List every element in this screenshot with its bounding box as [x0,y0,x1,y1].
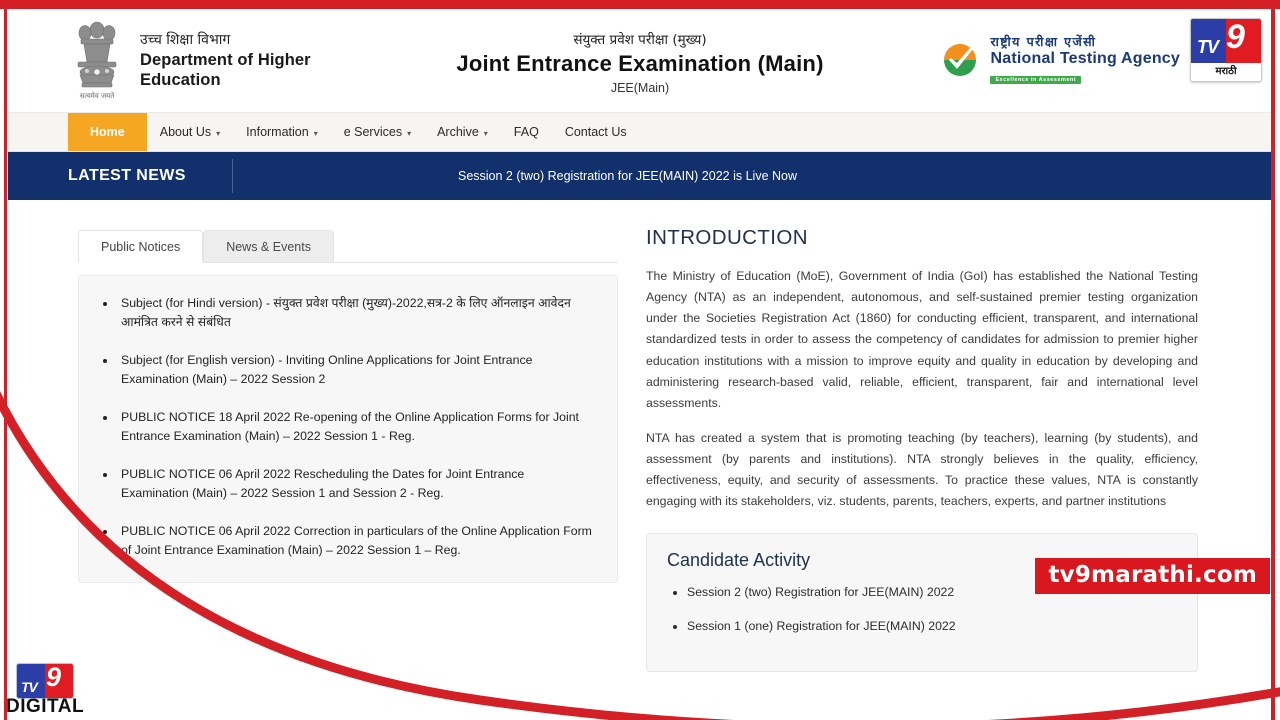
list-item[interactable]: PUBLIC NOTICE 18 April 2022 Re-opening o… [117,408,595,446]
latest-news-label: LATEST NEWS [68,167,186,184]
latest-news-bar: LATEST NEWS Session 2 (two) Registration… [8,152,1272,200]
nta-branding: राष्ट्रीय परीक्षा एजेंसी National Testin… [940,34,1180,86]
nav-item-home-label: Home [90,125,125,139]
department-branding: सत्यमेव जयते उच्च शिक्षा विभाग Departmen… [8,10,311,104]
tv9-digital-red-panel: 9 [45,664,73,698]
candidate-activity-text: Session 1 (one) Registration for JEE(MAI… [687,618,956,633]
frame-top-bar [0,0,1280,9]
introduction-paragraph-1: The Ministry of Education (MoE), Governm… [646,269,1198,410]
nav-item-contact-us-label: Contact Us [564,125,627,139]
department-hindi-name: उच्च शिक्षा विभाग [140,32,231,48]
chevron-down-icon: ▾ [313,128,318,138]
nav-item-e-services[interactable]: e Services ▾ [331,113,424,151]
tv9-digital-mark: TV 9 [16,663,74,699]
frame-left-border [4,9,7,720]
tv9-marathi-logo: TV 9 मराठी [1190,18,1262,82]
tab-news-and-events[interactable]: News & Events [203,230,334,263]
nta-logo-icon [942,42,979,79]
chevron-down-icon: ▾ [216,128,221,138]
tv9-logo-tv-text: TV [1197,37,1219,57]
notice-text: PUBLIC NOTICE 06 April 2022 Correction i… [121,524,592,558]
department-text: उच्च शिक्षा विभाग Department of Higher E… [140,32,311,90]
tab-public-notices[interactable]: Public Notices [78,230,204,263]
tv9-logo-nine-text: 9 [1226,18,1245,56]
nta-hindi-name: राष्ट्रीय परीक्षा एजेंसी [990,34,1097,49]
tv9-digital-word: DIGITAL [6,696,85,717]
tv9-logo-language-text: मराठी [1191,63,1261,81]
emblem-caption: सत्यमेव जयते [80,91,115,100]
tv9-logo-blue-panel: TV [1191,19,1226,63]
list-item[interactable]: PUBLIC NOTICE 06 April 2022 Correction i… [117,522,595,560]
nav-item-e-services-label: e Services [343,125,403,139]
notice-text: PUBLIC NOTICE 06 April 2022 Rescheduling… [121,467,525,501]
nav-item-archive[interactable]: Archive ▾ [424,113,501,151]
chevron-down-icon: ▾ [483,128,488,138]
nav-item-contact-us[interactable]: Contact Us [552,113,640,151]
department-english-line1: Department of Higher [140,50,311,69]
introduction-paragraph-2: NTA has created a system that is promoti… [646,430,1198,509]
department-english-name: Department of Higher Education [140,50,311,90]
tv9-digital-blue-panel: TV [17,664,45,698]
notice-text: Subject (for Hindi version) - संयुक्त प्… [121,296,571,330]
notice-text: PUBLIC NOTICE 18 April 2022 Re-opening o… [121,410,579,444]
nav-item-information-label: Information [246,125,309,139]
tv9-logo-red-panel: 9 [1226,19,1261,63]
nav-item-archive-label: Archive [437,125,479,139]
tv9-digital-logo: TV 9 DIGITAL [6,663,84,718]
candidate-activity-text: Session 2 (two) Registration for JEE(MAI… [687,584,955,599]
introduction-column: INTRODUCTION The Ministry of Education (… [618,226,1272,720]
notice-text: Subject (for English version) - Inviting… [121,353,533,387]
nav-item-information[interactable]: Information ▾ [233,113,331,151]
main-content: Public Notices News & Events Subject (fo… [8,200,1272,720]
tv9marathi-watermark: tv9marathi.com [1035,558,1270,594]
tab-news-and-events-label: News & Events [226,240,311,254]
tv9-digital-nine-text: 9 [46,663,62,692]
list-item[interactable]: Subject (for English version) - Inviting… [117,351,595,389]
frame-right-border [1271,9,1275,720]
notices-tabs: Public Notices News & Events [78,226,618,263]
page-title: INTRODUCTION [646,226,808,249]
main-navigation: Home About Us ▾ Information ▾ e Services… [8,112,1272,152]
website-screenshot: सत्यमेव जयते उच्च शिक्षा विभाग Departmen… [8,10,1272,720]
nav-item-home[interactable]: Home [68,113,147,151]
tv9-logo-top: TV 9 [1191,19,1261,63]
chevron-down-icon: ▾ [407,128,412,138]
news-ticker-text[interactable]: Session 2 (two) Registration for JEE(MAI… [243,169,1272,183]
public-notices-panel: Subject (for Hindi version) - संयुक्त प्… [78,275,618,584]
public-notices-list: Subject (for Hindi version) - संयुक्त प्… [89,294,595,560]
nav-item-about-us-label: About Us [159,125,212,139]
department-english-line2: Education [140,70,221,89]
nta-tagline: Excellence in Assessment [990,76,1082,85]
list-item[interactable]: Session 1 (one) Registration for JEE(MAI… [687,617,1179,635]
news-divider [232,159,233,193]
nav-item-faq-label: FAQ [513,125,539,139]
list-item[interactable]: Subject (for Hindi version) - संयुक्त प्… [117,294,595,332]
candidate-activity-card: Candidate Activity Session 2 (two) Regis… [646,532,1198,673]
nta-text: राष्ट्रीय परीक्षा एजेंसी National Testin… [990,34,1180,86]
national-emblem-icon: सत्यमेव जयते [77,21,117,100]
nav-item-faq[interactable]: FAQ [501,113,552,151]
tab-public-notices-label: Public Notices [101,240,181,254]
nta-english-name: National Testing Agency [990,50,1180,67]
site-header: सत्यमेव जयते उच्च शिक्षा विभाग Departmen… [8,10,1272,112]
notices-column: Public Notices News & Events Subject (fo… [8,226,618,720]
list-item[interactable]: PUBLIC NOTICE 06 April 2022 Rescheduling… [117,465,595,503]
tv9-digital-tv-text: TV [21,679,38,695]
nav-item-about-us[interactable]: About Us ▾ [147,113,233,151]
